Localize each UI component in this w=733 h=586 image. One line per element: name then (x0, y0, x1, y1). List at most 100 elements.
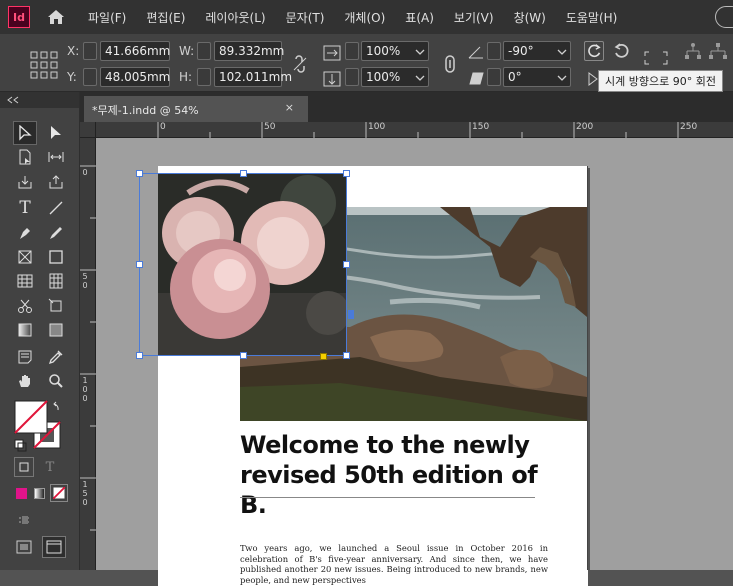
ruler-origin[interactable] (80, 122, 96, 138)
formatting-affects-text[interactable]: T (40, 457, 60, 477)
note-tool[interactable] (13, 345, 37, 369)
share-button[interactable] (715, 6, 733, 28)
collapse-panel-icon[interactable] (6, 96, 20, 104)
content-placer-tool[interactable] (44, 170, 68, 194)
rectangle-icon (49, 250, 63, 264)
scissors-tool[interactable] (13, 294, 37, 318)
reference-point-icon[interactable] (30, 51, 58, 79)
resize-handle[interactable] (343, 352, 350, 359)
rotate-stepper[interactable] (487, 42, 501, 60)
rotate-angle-icon (468, 46, 483, 59)
article-body[interactable]: Two years ago, we launched a Seoul issue… (240, 543, 548, 585)
menu-help[interactable]: 도움말(H) (556, 9, 628, 26)
free-transform-tool[interactable] (44, 294, 68, 318)
direct-selection-tool[interactable] (44, 121, 68, 145)
scale-x-stepper[interactable] (345, 42, 359, 60)
apply-color-button[interactable] (12, 484, 30, 502)
menu-object[interactable]: 개체(O) (334, 9, 395, 26)
gap-tool[interactable] (44, 145, 68, 169)
y-field[interactable]: 48.005mm (100, 67, 170, 87)
horizontal-ruler[interactable]: 0 50 100 150 200 250 (96, 122, 733, 138)
rotate-counterclockwise-icon[interactable] (612, 41, 632, 61)
menu-table[interactable]: 표(A) (395, 9, 444, 26)
apply-none-button[interactable] (50, 484, 68, 502)
hand-tool[interactable] (13, 369, 37, 393)
line-tool[interactable] (44, 196, 68, 220)
close-icon[interactable]: × (285, 101, 294, 114)
chevron-down-icon[interactable] (413, 69, 427, 87)
scale-y-icon (323, 71, 341, 87)
shear-stepper[interactable] (487, 68, 501, 86)
eyedropper-icon (48, 350, 63, 365)
type-tool[interactable]: T (13, 196, 37, 220)
document-tab-bar: *무제-1.indd @ 54% × (80, 92, 733, 122)
menu-view[interactable]: 보기(V) (444, 9, 504, 26)
x-field[interactable]: 41.666mm (100, 41, 170, 61)
pen-tool[interactable] (13, 221, 37, 245)
h-stepper[interactable] (197, 68, 211, 86)
selection-tool[interactable] (13, 121, 37, 145)
fill-stroke-icon (14, 400, 61, 452)
apply-gradient-button[interactable] (30, 484, 48, 502)
gradient-feather-tool[interactable] (44, 318, 68, 342)
menubar: Id 파일(F) 편집(E) 레이아웃(L) 문자(T) 개체(O) 표(A) … (0, 0, 733, 34)
rectangle-frame-tool[interactable] (13, 245, 37, 269)
formatting-affects-container[interactable] (14, 457, 34, 477)
distribute-icon[interactable] (708, 41, 728, 61)
resize-handle[interactable] (240, 170, 247, 177)
selection-frame[interactable] (139, 173, 347, 356)
normal-view-mode[interactable] (14, 510, 36, 530)
chevron-down-icon[interactable] (555, 69, 569, 87)
resize-handle[interactable] (136, 261, 143, 268)
resize-handle[interactable] (343, 170, 350, 177)
chevron-down-icon[interactable] (413, 43, 427, 61)
out-port[interactable] (348, 310, 354, 319)
rotate-clockwise-icon[interactable] (584, 41, 604, 61)
page-tool[interactable] (13, 145, 37, 169)
view-mode-icon (19, 516, 31, 524)
vertical-grid-tool[interactable] (44, 269, 68, 293)
menu-file[interactable]: 파일(F) (78, 9, 136, 26)
eyedropper-tool[interactable] (44, 345, 68, 369)
resize-handle[interactable] (240, 352, 247, 359)
constrain-proportions-icon[interactable] (290, 54, 310, 74)
menu-edit[interactable]: 편집(E) (136, 9, 195, 26)
w-field[interactable]: 89.332mm (214, 41, 284, 61)
scale-x-icon (323, 45, 341, 61)
document-tab[interactable]: *무제-1.indd @ 54% × (84, 96, 308, 122)
content-collector-tool[interactable] (13, 170, 37, 194)
rectangle-tool[interactable] (44, 245, 68, 269)
menu-type[interactable]: 문자(T) (276, 9, 335, 26)
resize-handle[interactable] (343, 261, 350, 268)
ruler-label: 150 (472, 122, 490, 132)
resize-handle[interactable] (136, 170, 143, 177)
y-label: Y: (67, 70, 77, 84)
preview-icon (16, 540, 32, 554)
y-stepper[interactable] (83, 68, 97, 86)
horizontal-grid-tool[interactable] (13, 269, 37, 293)
page-tool-icon (19, 149, 31, 165)
menu-window[interactable]: 창(W) (504, 9, 556, 26)
app-logo: Id (8, 6, 30, 28)
presentation-mode[interactable] (42, 536, 66, 558)
gradient-swatch-tool[interactable] (13, 318, 37, 342)
fill-stroke-proxy[interactable] (14, 400, 64, 452)
pencil-tool[interactable] (44, 221, 68, 245)
preview-mode[interactable] (12, 536, 36, 558)
w-stepper[interactable] (197, 42, 211, 60)
menu-layout[interactable]: 레이아웃(L) (195, 9, 275, 26)
chevron-down-icon[interactable] (555, 43, 569, 61)
anchor-point[interactable] (320, 353, 327, 360)
scale-y-stepper[interactable] (345, 68, 359, 86)
article-headline[interactable]: Welcome to the newly revised 50th editio… (240, 430, 560, 520)
link-scale-icon[interactable] (440, 54, 460, 74)
h-field[interactable]: 102.011mm (214, 67, 292, 87)
align-distribute-icon[interactable] (683, 41, 703, 61)
home-icon[interactable] (46, 7, 66, 27)
x-stepper[interactable] (83, 42, 97, 60)
shear-angle-icon (469, 72, 484, 85)
zoom-tool[interactable] (44, 369, 68, 393)
resize-handle[interactable] (136, 352, 143, 359)
vertical-ruler[interactable]: 0 50 100 150 (80, 138, 96, 570)
select-container-icon[interactable] (643, 48, 669, 68)
